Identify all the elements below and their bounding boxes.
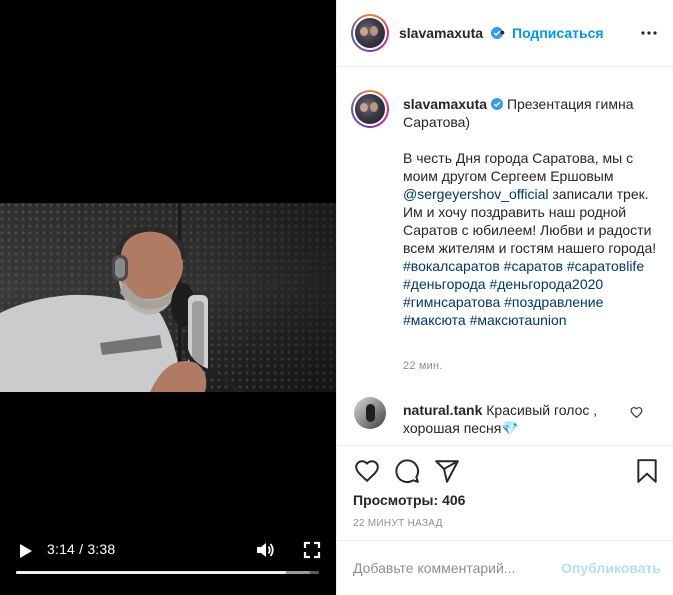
caption-header: slavamaxuta Презентация гимна Саратова)	[403, 95, 658, 131]
views-label: Просмотры:	[353, 492, 439, 508]
hashtag-link[interactable]: #деньгорода2020	[489, 276, 603, 292]
share-icon[interactable]	[434, 458, 460, 484]
video-time-display: 3:14 / 3:38	[47, 541, 116, 557]
video-controls: 3:14 / 3:38	[0, 534, 336, 582]
caption-timestamp[interactable]: 22 мин.	[403, 360, 443, 372]
views-count[interactable]: Просмотры: 406	[353, 492, 465, 508]
author-username[interactable]: slavamaxuta	[399, 25, 503, 41]
post-date[interactable]: 22 минут назад	[353, 518, 443, 529]
hashtag-link[interactable]: #саратов	[504, 258, 563, 274]
commenter-avatar[interactable]	[354, 397, 386, 429]
views-number: 406	[442, 492, 466, 508]
hashtag-link[interactable]: #деньгорода	[403, 276, 486, 292]
video-player[interactable]: 3:14 / 3:38	[0, 0, 336, 595]
comment-emoji: 💎	[501, 420, 519, 436]
caption-section: slavamaxuta Презентация гимна Саратова) …	[337, 68, 673, 386]
comment-icon[interactable]	[394, 458, 420, 484]
post-header: slavamaxuta • Подписаться	[337, 0, 673, 67]
post-side-panel: slavamaxuta • Подписаться slavamaxuta Пр…	[336, 0, 673, 595]
bookmark-icon[interactable]	[634, 458, 660, 484]
video-progress-bar[interactable]	[16, 571, 319, 574]
heart-icon[interactable]	[354, 458, 380, 484]
caption-text-1: В честь Дня города Саратова, мы с моим д…	[403, 150, 634, 184]
follow-button[interactable]: Подписаться	[512, 25, 604, 41]
hashtag-link[interactable]: #максюта	[403, 312, 466, 328]
hashtag-link[interactable]: #поздравление	[504, 294, 603, 310]
fullscreen-icon[interactable]	[301, 539, 323, 561]
hashtag-link[interactable]: #саратовlife	[567, 258, 644, 274]
caption-body: В честь Дня города Саратова, мы с моим д…	[403, 149, 658, 329]
caption-username[interactable]: slavamaxuta	[403, 96, 487, 112]
post-actions: Просмотры: 406 22 минут назад	[337, 445, 673, 540]
comment-item: natural.tank Красивый голос , хорошая пе…	[337, 392, 673, 444]
header-separator: •	[500, 24, 505, 40]
caption-author-avatar[interactable]	[351, 90, 389, 128]
more-options-icon[interactable]	[640, 27, 658, 39]
author-avatar[interactable]	[351, 14, 389, 52]
caption-avatar-border	[353, 92, 387, 126]
caption-avatar-image	[355, 94, 385, 124]
publish-button[interactable]: Опубликовать	[561, 560, 661, 576]
verified-badge-icon	[491, 98, 504, 110]
video-singer-illustration	[0, 226, 242, 392]
commenter-username[interactable]: natural.tank	[403, 402, 482, 418]
author-avatar-image	[355, 18, 385, 48]
comment-input[interactable]	[353, 558, 543, 578]
volume-icon[interactable]	[254, 539, 276, 561]
add-comment-bar: Опубликовать	[337, 540, 673, 595]
author-username-text: slavamaxuta	[399, 25, 484, 41]
hashtag-link[interactable]: #максютаunion	[470, 312, 567, 328]
caption-mention-link[interactable]: @sergeyershov_official	[403, 186, 548, 202]
comment-heart-icon[interactable]	[630, 406, 643, 419]
comment-content: natural.tank Красивый голос , хорошая пе…	[403, 401, 635, 437]
video-progress-fill	[16, 571, 286, 574]
play-icon[interactable]	[14, 540, 36, 562]
hashtag-link[interactable]: #вокалсаратов	[403, 258, 500, 274]
author-avatar-border	[353, 16, 387, 50]
hashtag-link[interactable]: #гимнсаратова	[403, 294, 500, 310]
video-frame[interactable]	[0, 203, 336, 392]
caption-hashtags: #вокалсаратов #саратов #саратовlife #ден…	[403, 258, 644, 328]
